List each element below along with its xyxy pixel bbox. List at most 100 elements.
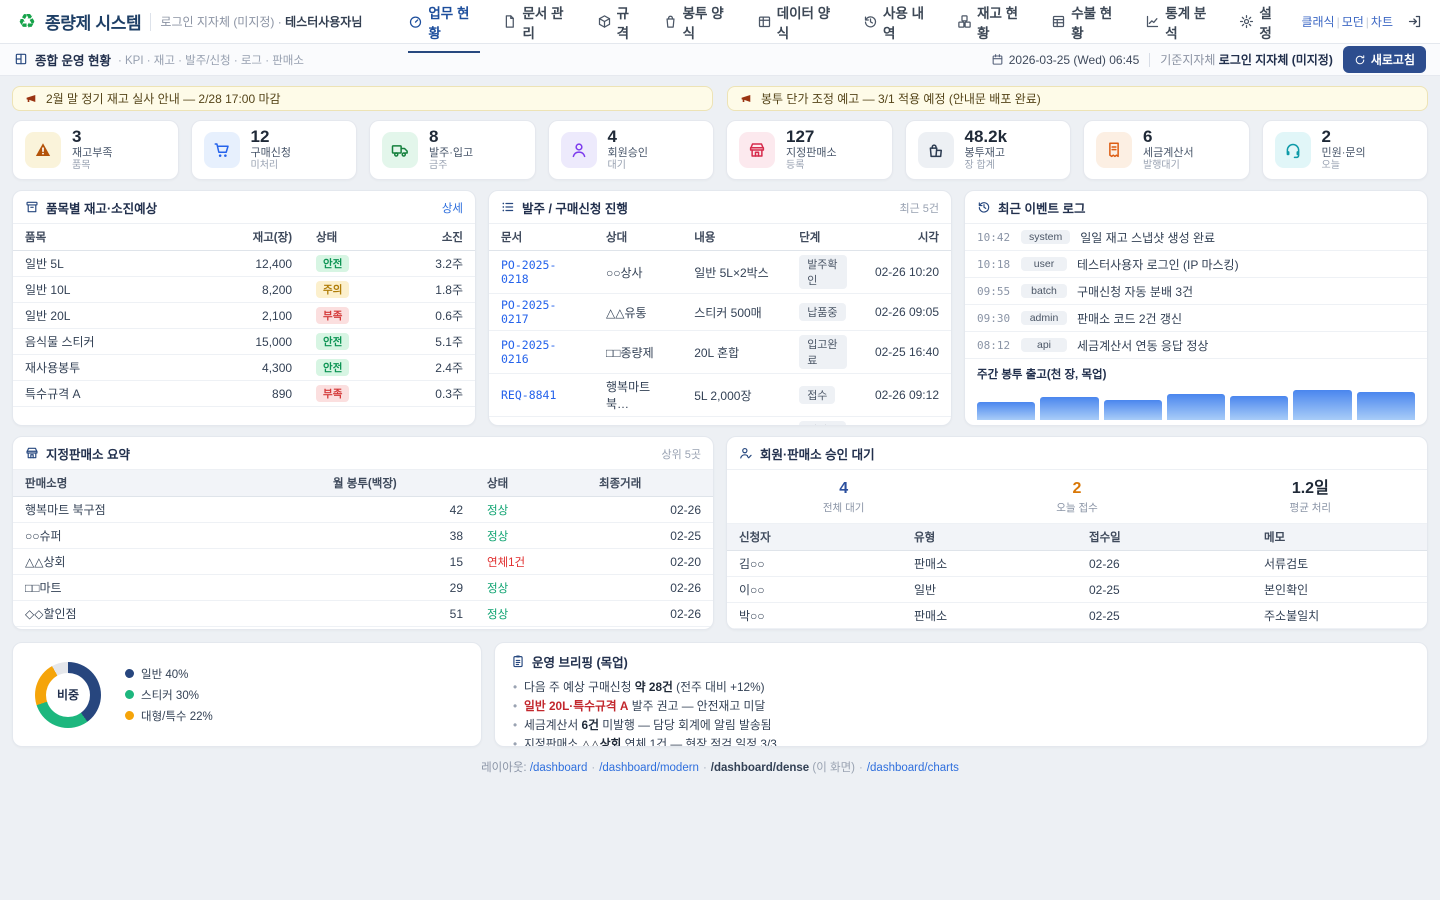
- footer-link[interactable]: /dashboard/charts: [867, 762, 959, 774]
- donut-legend: 일반 40%스티커 30%대형/특수 22%: [125, 666, 213, 724]
- nav-item-설정[interactable]: 설정: [1239, 0, 1283, 53]
- order-doc-link[interactable]: REQ-8839: [501, 423, 556, 426]
- store-monthly: 29: [321, 575, 475, 601]
- approval-stat: 1.2일평균 처리: [1194, 470, 1427, 523]
- briefing-panel: 운영 브리핑 (목업) 다음 주 예상 구매신청 약 28건 (전주 대비 +1…: [494, 642, 1428, 747]
- log-time: 10:18: [977, 258, 1011, 271]
- stage-badge: 처리중: [799, 421, 845, 426]
- stage-badge: 접수: [799, 386, 835, 404]
- legend-item: 대형/특수 22%: [125, 708, 213, 724]
- kpi-value: 12: [251, 127, 291, 147]
- kpi-label: 회원승인: [608, 147, 648, 161]
- list-icon: [501, 200, 515, 215]
- notice-banners: 2월 말 정기 재고 실사 안내 — 2/28 17:00 마감봉투 단가 조정…: [12, 86, 1428, 111]
- theme-link-2[interactable]: 모던: [1342, 15, 1364, 29]
- store-last-date: 02-26: [587, 575, 713, 601]
- item-status: 주의: [304, 277, 392, 303]
- item-qty: 890: [202, 381, 304, 407]
- nav-item-재고-현황[interactable]: 재고 현황: [957, 0, 1029, 53]
- stock-detail-link[interactable]: 상세: [442, 200, 463, 216]
- nav-label: 통계 분석: [1165, 2, 1217, 42]
- order-doc-link[interactable]: PO-2025-0216: [501, 338, 556, 366]
- kpi-value: 8: [429, 127, 473, 147]
- nav-item-규격[interactable]: 규격: [597, 0, 641, 53]
- store-row: 행복마트 북구점42정상02-26: [13, 497, 713, 523]
- kpi-card-지정판매소[interactable]: 127지정판매소등록: [726, 120, 893, 180]
- footer-link[interactable]: /dashboard/modern: [599, 762, 699, 774]
- nav-item-봉투-양식[interactable]: 봉투 양식: [663, 0, 735, 53]
- legend-label: 일반 40%: [141, 666, 188, 682]
- received-date: 02-25: [1077, 577, 1252, 603]
- kpi-card-회원승인[interactable]: 4회원승인대기: [548, 120, 715, 180]
- stat-label: 오늘 접수: [960, 500, 1193, 515]
- item-weeks: 1.8주: [392, 277, 475, 303]
- store-last-date: 02-25: [587, 523, 713, 549]
- kpi-card-재고부족[interactable]: 3재고부족품목: [12, 120, 179, 180]
- item-name: 일반 5L: [13, 251, 202, 277]
- kpi-body: 12구매신청미처리: [251, 127, 291, 173]
- order-doc-link[interactable]: PO-2025-0217: [501, 298, 556, 326]
- main-nav: 업무 현황 문서 관리 규격 봉투 양식 데이터 양식 사용 내역 재고 현황 수불 현황 통계…: [408, 0, 1283, 53]
- item-qty: 2,100: [202, 303, 304, 329]
- order-stage: 접수: [787, 374, 858, 417]
- store-monthly: 38: [321, 523, 475, 549]
- order-row: REQ-8839○○슈퍼스티커 500처리중02-26 08:45: [489, 417, 951, 427]
- item-name: 재사용봉투: [13, 355, 202, 381]
- kpi-card-발주·입고[interactable]: 8발주·입고금주: [369, 120, 536, 180]
- topbar-right: 클래식|모던|차트: [1301, 13, 1422, 30]
- divider: [150, 13, 151, 31]
- theme-link-1[interactable]: 클래식: [1301, 15, 1334, 29]
- kpi-card-구매신청[interactable]: 12구매신청미처리: [191, 120, 358, 180]
- stock-row: 음식물 스티커15,000안전5.1주: [13, 329, 475, 355]
- top-navbar: ♻ 종량제 시스템 로그인 지자체 (미지정) · 테스터사용자님 업무 현황문…: [0, 0, 1440, 44]
- stock-panel: 품목별 재고·소진예상 상세 품목재고(장)상태소진 일반 5L12,400안전…: [12, 190, 476, 426]
- bags-icon: [918, 132, 954, 168]
- footer-label: 레이아웃:: [481, 762, 530, 774]
- briefing-text: 세금계산서: [524, 718, 582, 732]
- order-doc-link[interactable]: REQ-8841: [501, 388, 556, 402]
- weekday-label: 월: [977, 423, 1035, 426]
- kpi-body: 3재고부족품목: [72, 127, 112, 173]
- order-party: 행복마트 북…: [594, 374, 682, 417]
- kpi-value: 3: [72, 127, 112, 147]
- kpi-label: 발주·입고: [429, 147, 473, 161]
- column-header: 최종거래: [587, 470, 713, 497]
- status-badge: 안전: [316, 333, 349, 350]
- nav-item-데이터-양식[interactable]: 데이터 양식: [757, 0, 841, 53]
- approval-row: 이○○일반02-25본인확인: [727, 577, 1427, 603]
- log-row: 09:30admin판매소 코드 2건 갱신: [965, 305, 1427, 332]
- nav-item-사용-내역[interactable]: 사용 내역: [863, 0, 935, 53]
- order-doc-link[interactable]: PO-2025-0218: [501, 258, 556, 286]
- megaphone-icon: [740, 92, 753, 106]
- nav-item-문서-관리[interactable]: 문서 관리: [502, 0, 574, 53]
- kpi-label: 세금계산서: [1143, 147, 1194, 161]
- kpi-card-민원·문의[interactable]: 2민원·문의오늘: [1262, 120, 1429, 180]
- order-desc: 스티커 500매: [682, 294, 787, 331]
- warn-icon: [25, 132, 61, 168]
- briefing-text: 다음 주 예상 구매신청: [524, 680, 635, 694]
- store-name: 행복마트 북구점: [13, 497, 321, 523]
- kpi-card-세금계산서[interactable]: 6세금계산서발행대기: [1083, 120, 1250, 180]
- orders-panel-title: 발주 / 구매신청 진행: [522, 198, 892, 217]
- briefing-item: 지정판매소 △△상회 연체 1건 — 현장 점검 일정 3/3: [511, 735, 1411, 747]
- kpi-card-봉투재고[interactable]: 48.2k봉투재고장 합계: [905, 120, 1072, 180]
- stores-table: 판매소명월 봉투(백장)상태최종거래 행복마트 북구점42정상02-26○○슈퍼…: [13, 470, 713, 627]
- nav-item-통계-분석[interactable]: 통계 분석: [1145, 0, 1217, 53]
- footer-link[interactable]: /dashboard: [530, 762, 588, 774]
- kpi-label: 재고부족: [72, 147, 112, 161]
- order-party: □□종량제: [594, 331, 682, 374]
- logout-icon[interactable]: [1407, 14, 1422, 30]
- approval-stats: 4전체 대기2오늘 접수1.2일평균 처리: [727, 470, 1427, 524]
- share-donut-panel: 비중 일반 40%스티커 30%대형/특수 22%: [12, 642, 482, 747]
- nav-label: 설정: [1259, 2, 1283, 42]
- weekly-bar-월: [977, 402, 1035, 420]
- store-monthly: 51: [321, 601, 475, 627]
- nav-item-업무-현황[interactable]: 업무 현황: [408, 0, 480, 53]
- approval-table: 신청자유형접수일메모 김○○판매소02-26서류검토이○○일반02-25본인확인…: [727, 524, 1427, 629]
- log-time: 09:30: [977, 312, 1011, 325]
- refresh-button[interactable]: 새로고침: [1343, 46, 1426, 73]
- log-tag: system: [1021, 230, 1070, 244]
- nav-item-수불-현황[interactable]: 수불 현황: [1051, 0, 1123, 53]
- column-header: 상태: [475, 470, 587, 497]
- theme-link-3[interactable]: 차트: [1371, 15, 1393, 29]
